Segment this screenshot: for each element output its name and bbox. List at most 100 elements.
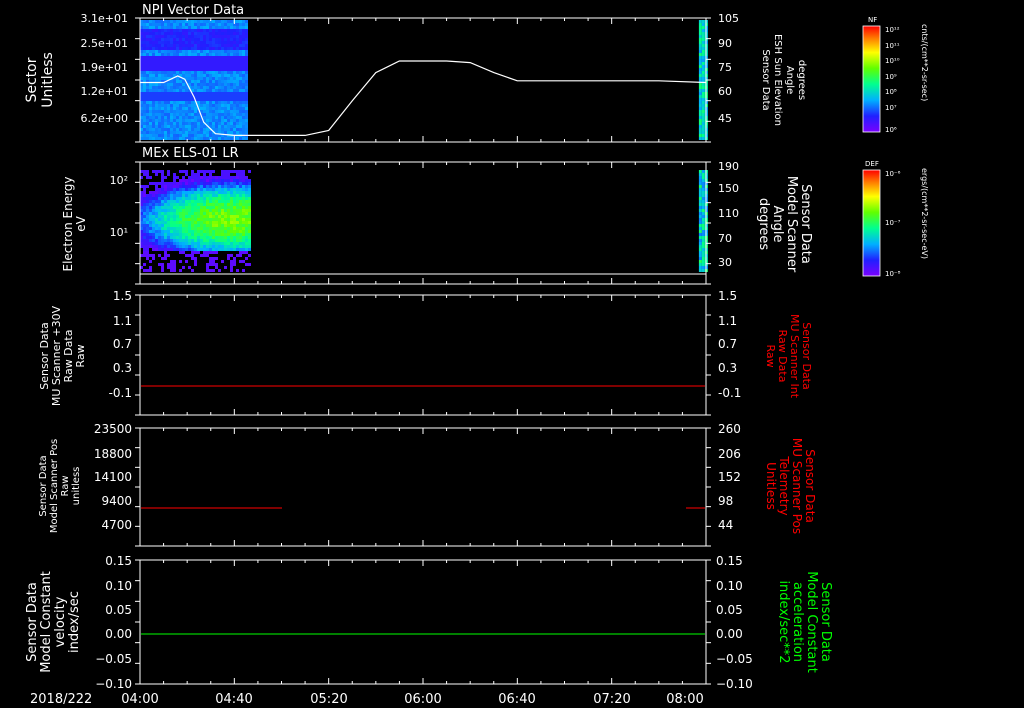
heatmap-cell <box>242 50 245 53</box>
heatmap-cell <box>149 44 152 47</box>
y2-tick-label: −0.05 <box>716 652 753 666</box>
heatmap-cell <box>242 248 245 251</box>
heatmap-cell <box>173 179 176 182</box>
heatmap-cell <box>248 233 251 236</box>
heatmap-cell <box>212 203 215 206</box>
heatmap-cell <box>212 191 215 194</box>
colorbar-tag: NF <box>868 16 877 24</box>
heatmap-cell <box>152 236 155 239</box>
heatmap-cell <box>230 212 233 215</box>
heatmap-cell <box>239 128 242 131</box>
heatmap-cell <box>167 89 170 92</box>
heatmap-cell <box>224 41 227 44</box>
heatmap-cell <box>224 203 227 206</box>
heatmap-cell <box>227 131 230 134</box>
heatmap-cell <box>185 116 188 119</box>
heatmap-cell <box>248 227 251 230</box>
heatmap-cell <box>149 134 152 137</box>
heatmap-cell <box>197 32 200 35</box>
heatmap-cell <box>233 95 236 98</box>
heatmap-cell <box>182 215 185 218</box>
heatmap-cell <box>197 173 200 176</box>
heatmap-cell <box>242 41 245 44</box>
heatmap-cell <box>143 269 146 272</box>
heatmap-cell <box>149 218 152 221</box>
heatmap-cell <box>158 29 161 32</box>
heatmap-cell <box>227 128 230 131</box>
heatmap-cell <box>230 221 233 224</box>
heatmap-cell <box>242 260 245 263</box>
heatmap-cell <box>152 86 155 89</box>
heatmap-cell <box>245 38 248 41</box>
heatmap-cell <box>182 242 185 245</box>
heatmap-cell <box>227 101 230 104</box>
heatmap-cell <box>698 56 702 59</box>
heatmap-cell <box>182 230 185 233</box>
heatmap-cell <box>197 65 200 68</box>
heatmap-cell <box>143 239 146 242</box>
heatmap-cell <box>209 230 212 233</box>
heatmap-cell <box>227 173 230 176</box>
heatmap-cell <box>233 185 236 188</box>
heatmap-cell <box>224 32 227 35</box>
heatmap-cell <box>203 92 206 95</box>
heatmap-cell <box>176 83 179 86</box>
heatmap-cell <box>230 191 233 194</box>
heatmap-cell <box>206 179 209 182</box>
heatmap-cell <box>191 74 194 77</box>
heatmap-cell <box>221 194 224 197</box>
heatmap-cell <box>143 23 146 26</box>
heatmap-cell <box>221 20 224 23</box>
heatmap-cell <box>230 203 233 206</box>
heatmap-cell <box>173 32 176 35</box>
heatmap-cell <box>170 59 173 62</box>
heatmap-cell <box>230 50 233 53</box>
heatmap-cell <box>185 119 188 122</box>
heatmap-cell <box>182 71 185 74</box>
heatmap-cell <box>215 32 218 35</box>
heatmap-cell <box>233 209 236 212</box>
heatmap-cell <box>152 56 155 59</box>
heatmap-cell <box>701 218 705 221</box>
heatmap-cell <box>155 173 158 176</box>
heatmap-cell <box>224 248 227 251</box>
heatmap-cell <box>212 215 215 218</box>
heatmap-cell <box>158 206 161 209</box>
heatmap-cell <box>236 197 239 200</box>
heatmap-cell <box>230 47 233 50</box>
heatmap-cell <box>167 23 170 26</box>
heatmap-cell <box>206 200 209 203</box>
heatmap-cell <box>227 221 230 224</box>
heatmap-cell <box>173 227 176 230</box>
right-label-line: Sensor Data <box>803 449 817 523</box>
heatmap-cell <box>155 29 158 32</box>
heatmap-cell <box>233 116 236 119</box>
heatmap-cell <box>200 32 203 35</box>
heatmap-cell <box>230 98 233 101</box>
heatmap-cell <box>152 170 155 173</box>
heatmap-cell <box>203 26 206 29</box>
heatmap-cell <box>203 77 206 80</box>
heatmap-cell <box>188 80 191 83</box>
heatmap-cell <box>182 23 185 26</box>
heatmap-cell <box>170 116 173 119</box>
heatmap-cell <box>191 53 194 56</box>
heatmap-cell <box>215 41 218 44</box>
y-tick-label: 0.00 <box>105 627 132 641</box>
heatmap-cell <box>233 107 236 110</box>
heatmap-cell <box>158 215 161 218</box>
heatmap-cell <box>170 224 173 227</box>
heatmap-cell <box>155 83 158 86</box>
heatmap-cell <box>698 101 702 104</box>
heatmap-cell <box>215 71 218 74</box>
heatmap-cell <box>224 245 227 248</box>
heatmap-cell <box>149 206 152 209</box>
heatmap-cell <box>233 62 236 65</box>
heatmap-cell <box>182 92 185 95</box>
heatmap-cell <box>233 122 236 125</box>
heatmap-cell <box>233 29 236 32</box>
heatmap-cell <box>158 125 161 128</box>
heatmap-cell <box>242 212 245 215</box>
heatmap-cell <box>221 53 224 56</box>
heatmap-cell <box>215 59 218 62</box>
